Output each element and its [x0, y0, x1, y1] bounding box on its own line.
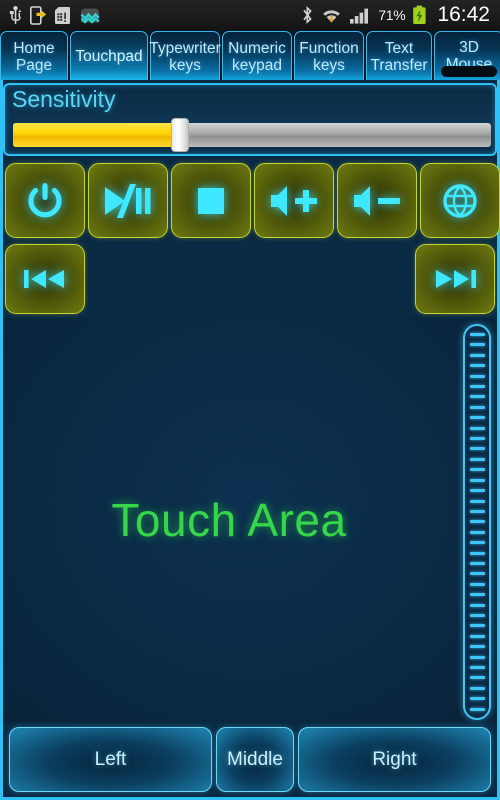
wave-icon [80, 8, 100, 24]
scrollbar-tick [469, 593, 485, 597]
scrollbar-tick [469, 374, 485, 378]
volume-up-icon [271, 185, 317, 216]
scrollbar-tick [469, 603, 485, 607]
scrollbar-tick [469, 686, 485, 690]
scrollbar-tick [469, 489, 485, 493]
touch-area[interactable]: Touch Area [3, 318, 497, 722]
tab-label: Text Transfer [370, 40, 428, 74]
scrollbar-tick [469, 405, 485, 409]
scrollbar-tick [469, 478, 485, 482]
status-bar-clock: 16:42 [437, 3, 490, 26]
status-bar: 71% 16:42 [0, 0, 500, 30]
scrollbar-tick [469, 520, 485, 524]
tab-pill-indicator [441, 66, 497, 77]
left-click-button[interactable]: Left [9, 727, 212, 792]
stop-icon [198, 187, 224, 214]
tab-touchpad[interactable]: Touchpad [70, 31, 148, 80]
scrollbar-tick [469, 582, 485, 586]
globe-icon [443, 183, 477, 218]
previous-track-icon [24, 270, 64, 288]
scrollbar-tick [469, 333, 485, 336]
scrollbar-tick [469, 624, 485, 628]
scrollbar-tick [469, 395, 485, 399]
next-track-button[interactable] [415, 244, 495, 314]
scrollbar-tick [469, 385, 485, 389]
app-root: 71% 16:42 Home Page Touchpad Typewriter ke… [0, 0, 500, 800]
play-pause-button[interactable] [88, 163, 168, 238]
tab-label: Typewriter keys [149, 40, 221, 74]
scrollbar-tick [469, 634, 485, 638]
sensitivity-title: Sensitivity [12, 86, 116, 112]
tab-label: Function keys [299, 40, 359, 74]
volume-down-button[interactable] [337, 163, 417, 238]
media-button-row-2 [5, 244, 495, 314]
sensitivity-slider-thumb[interactable] [170, 118, 189, 152]
scrollbar-tick [469, 666, 485, 669]
tab-bar: Home Page Touchpad Typewriter keys Numeric … [0, 30, 500, 80]
media-button-row-1 [5, 163, 500, 238]
vertical-scrollbar[interactable] [463, 324, 491, 720]
bluetooth-icon [303, 6, 313, 24]
stop-button[interactable] [171, 163, 251, 238]
power-icon [28, 182, 62, 217]
scrollbar-tick [469, 645, 485, 649]
previous-track-button[interactable] [5, 244, 85, 314]
scrollbar-tick [469, 364, 485, 368]
signal-icon [350, 8, 369, 24]
scrollbar-tick [469, 416, 485, 420]
tab-home-page[interactable]: Home Page [0, 31, 68, 80]
tab-label: Numeric keypad [228, 40, 286, 74]
sensitivity-slider-fill [13, 123, 176, 147]
scrollbar-tick [469, 468, 485, 472]
tab-label: Home Page [13, 40, 55, 74]
scrollbar-tick [469, 353, 485, 357]
scrollbar-tick [469, 707, 485, 711]
scrollbar-tick [469, 655, 485, 659]
mouse-button-bar: Left Middle Right [3, 726, 497, 797]
scrollbar-tick [469, 509, 485, 513]
scrollbar-tick [469, 676, 485, 680]
next-track-icon [436, 270, 476, 288]
scrollbar-tick [469, 551, 485, 555]
tab-label: Touchpad [75, 47, 143, 65]
scrollbar-tick [469, 447, 485, 451]
tab-text-transfer[interactable]: Text Transfer [366, 31, 432, 80]
battery-icon [413, 5, 427, 25]
scrollbar-tick [469, 572, 485, 576]
tab-3d-mouse[interactable]: 3D Mouse [434, 31, 500, 80]
status-bar-left-icons [8, 5, 101, 25]
power-button[interactable] [5, 163, 85, 238]
tab-typewriter-keys[interactable]: Typewriter keys [149, 31, 221, 80]
tab-function-keys[interactable]: Function keys [294, 31, 364, 80]
device-share-icon [30, 5, 47, 25]
scrollbar-tick [469, 343, 485, 347]
scrollbar-tick [469, 457, 485, 461]
right-click-button[interactable]: Right [298, 727, 491, 792]
play-pause-icon [105, 183, 151, 218]
scrollbar-tick [469, 561, 485, 565]
middle-click-button[interactable]: Middle [216, 727, 294, 792]
sensitivity-slider-track[interactable] [13, 123, 491, 147]
browser-button[interactable] [420, 163, 500, 238]
volume-up-button[interactable] [254, 163, 334, 238]
sensitivity-panel: Sensitivity [3, 83, 497, 156]
scrollbar-tick [469, 437, 485, 441]
scrollbar-tick [469, 541, 485, 545]
scrollbar-tick [469, 613, 485, 617]
tab-numeric-keypad[interactable]: Numeric keypad [222, 31, 292, 80]
status-bar-right-icons: 71% 16:42 [301, 3, 494, 27]
touch-area-label: Touch Area [111, 494, 347, 546]
sd-card-icon [55, 6, 70, 24]
usb-icon [9, 5, 22, 24]
scrollbar-tick [469, 499, 485, 503]
scrollbar-tick [469, 697, 485, 701]
scrollbar-tick [469, 426, 485, 430]
scrollbar-tick [469, 530, 485, 534]
battery-percent-label: 71% [378, 7, 406, 23]
volume-down-icon [354, 185, 400, 216]
wifi-icon [323, 10, 341, 23]
